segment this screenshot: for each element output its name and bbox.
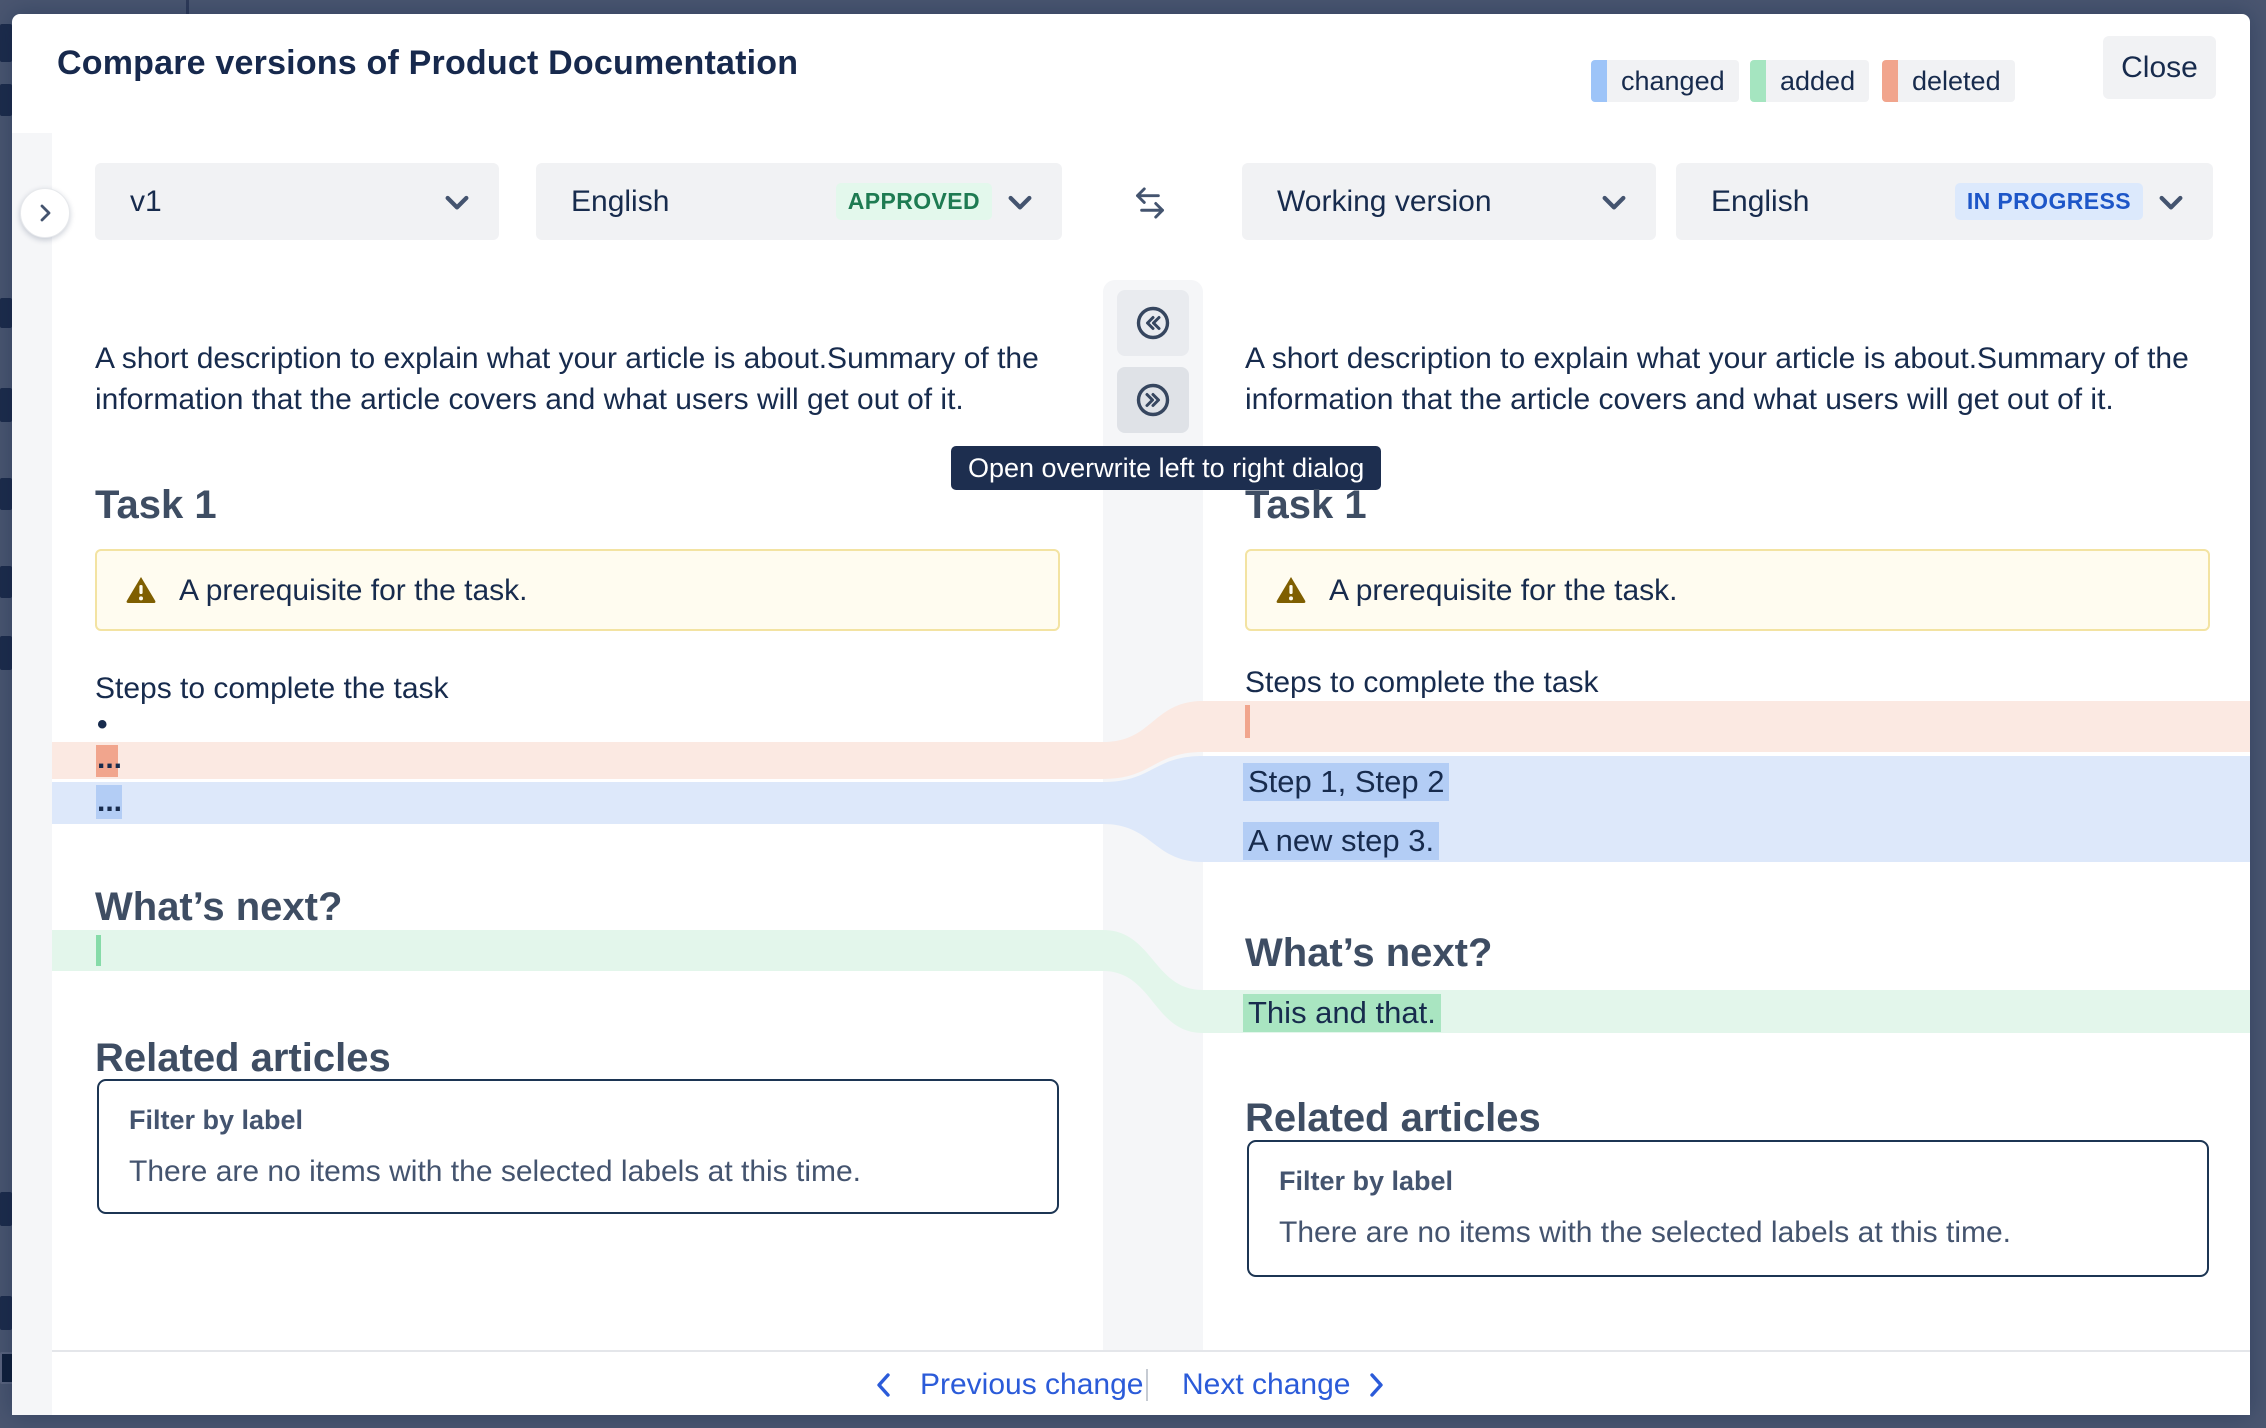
changed-step-text: A new step 3. — [1243, 822, 1439, 860]
right-prerequisite-text: A prerequisite for the task. — [1329, 570, 1678, 611]
deleted-line-mark — [1245, 705, 1250, 738]
right-related-articles-box: Filter by label There are no items with … — [1247, 1140, 2209, 1277]
right-version-value: Working version — [1277, 185, 1492, 219]
footer-divider — [1146, 1369, 1148, 1401]
legend-label: added — [1766, 60, 1869, 102]
next-change-link[interactable]: Next change — [1182, 1366, 1350, 1404]
swap-sides-icon[interactable] — [1126, 180, 1174, 233]
left-description: A short description to explain what your… — [95, 338, 1100, 420]
close-button[interactable]: Close — [2103, 36, 2216, 99]
deleted-ellipsis: ... — [97, 744, 122, 774]
left-changed-band: ... — [52, 782, 1103, 824]
changed-step-text: Step 1, Step 2 — [1243, 763, 1449, 801]
chevron-down-icon — [1004, 186, 1036, 218]
no-items-message: There are no items with the selected lab… — [1279, 1216, 2011, 1250]
left-steps-label: Steps to complete the task — [95, 668, 449, 709]
added-color-swatch — [1750, 60, 1766, 102]
left-version-dropdown[interactable]: v1 — [95, 163, 499, 240]
filter-by-label: Filter by label — [129, 1105, 303, 1136]
right-language-value: English — [1711, 185, 1809, 219]
right-task-heading: Task 1 — [1245, 483, 1367, 528]
backdrop-fragment — [0, 478, 12, 510]
backdrop-fragment — [0, 388, 12, 422]
legend-added: added — [1750, 60, 1869, 102]
right-version-dropdown[interactable]: Working version — [1242, 163, 1656, 240]
backdrop-fragment — [0, 1296, 12, 1330]
left-language-value: English — [571, 185, 669, 219]
left-added-band — [52, 930, 1103, 971]
left-language-dropdown[interactable]: English APPROVED — [536, 163, 1062, 240]
left-prerequisite-panel: A prerequisite for the task. — [95, 549, 1060, 631]
left-related-articles-box: Filter by label There are no items with … — [97, 1079, 1059, 1214]
right-added-band: This and that. — [1203, 990, 2250, 1033]
right-related-heading: Related articles — [1245, 1096, 1541, 1141]
right-steps-label: Steps to complete the task — [1245, 662, 1599, 703]
right-description: A short description to explain what your… — [1245, 338, 2250, 420]
overwrite-left-to-right-button[interactable] — [1117, 367, 1189, 433]
collapsed-side-rail — [12, 133, 52, 1415]
warning-icon — [125, 575, 157, 605]
changed-color-swatch — [1591, 60, 1607, 102]
backdrop-fragment — [0, 84, 12, 116]
backdrop-fragment — [0, 1192, 12, 1226]
filter-by-label: Filter by label — [1279, 1166, 1453, 1197]
chevron-right-icon — [33, 201, 57, 225]
screen: Compare versions of Product Documentatio… — [0, 0, 2266, 1428]
left-list-bullet: • — [97, 704, 108, 745]
dialog-footer — [52, 1350, 2250, 1415]
inprogress-status-lozenge: IN PROGRESS — [1955, 183, 2143, 220]
previous-chevron-icon[interactable] — [872, 1370, 896, 1405]
legend-label: deleted — [1898, 60, 2015, 102]
left-related-heading: Related articles — [95, 1036, 391, 1081]
right-changed-band: Step 1, Step 2 A new step 3. — [1203, 756, 2250, 862]
right-whats-next-heading: What’s next? — [1245, 931, 1492, 976]
warning-icon — [1275, 575, 1307, 605]
changed-ellipsis: ... — [97, 787, 122, 817]
chevron-down-icon — [1598, 186, 1630, 218]
backdrop-fragment — [0, 24, 12, 62]
no-items-message: There are no items with the selected lab… — [129, 1155, 861, 1189]
left-task-heading: Task 1 — [95, 483, 217, 528]
added-text: This and that. — [1243, 994, 1441, 1032]
legend-label: changed — [1607, 60, 1739, 102]
next-chevron-icon[interactable] — [1364, 1370, 1388, 1405]
chevron-down-icon — [2155, 186, 2187, 218]
left-prerequisite-text: A prerequisite for the task. — [179, 570, 528, 611]
overwrite-right-to-left-button[interactable] — [1117, 290, 1189, 356]
right-prerequisite-panel: A prerequisite for the task. — [1245, 549, 2210, 631]
left-version-value: v1 — [130, 185, 162, 219]
dialog-title: Compare versions of Product Documentatio… — [57, 44, 798, 83]
legend-deleted: deleted — [1882, 60, 2015, 102]
approved-status-lozenge: APPROVED — [836, 183, 992, 220]
backdrop-fragment — [0, 636, 12, 670]
overwrite-left-icon — [1133, 303, 1173, 343]
right-language-dropdown[interactable]: English IN PROGRESS — [1676, 163, 2213, 240]
right-deleted-band — [1203, 701, 2250, 752]
left-deleted-band: ... — [52, 742, 1103, 779]
previous-change-link[interactable]: Previous change — [920, 1366, 1143, 1404]
chevron-down-icon — [441, 186, 473, 218]
added-mark — [96, 935, 101, 966]
backdrop-fragment — [0, 298, 12, 328]
legend-changed: changed — [1591, 60, 1739, 102]
backdrop-divider — [186, 0, 189, 14]
overwrite-right-icon — [1133, 380, 1173, 420]
left-whats-next-heading: What’s next? — [95, 885, 342, 930]
expand-panel-button[interactable] — [20, 188, 70, 238]
backdrop-fragment — [0, 566, 12, 598]
diff-ribbons — [1103, 280, 1203, 1350]
deleted-color-swatch — [1882, 60, 1898, 102]
